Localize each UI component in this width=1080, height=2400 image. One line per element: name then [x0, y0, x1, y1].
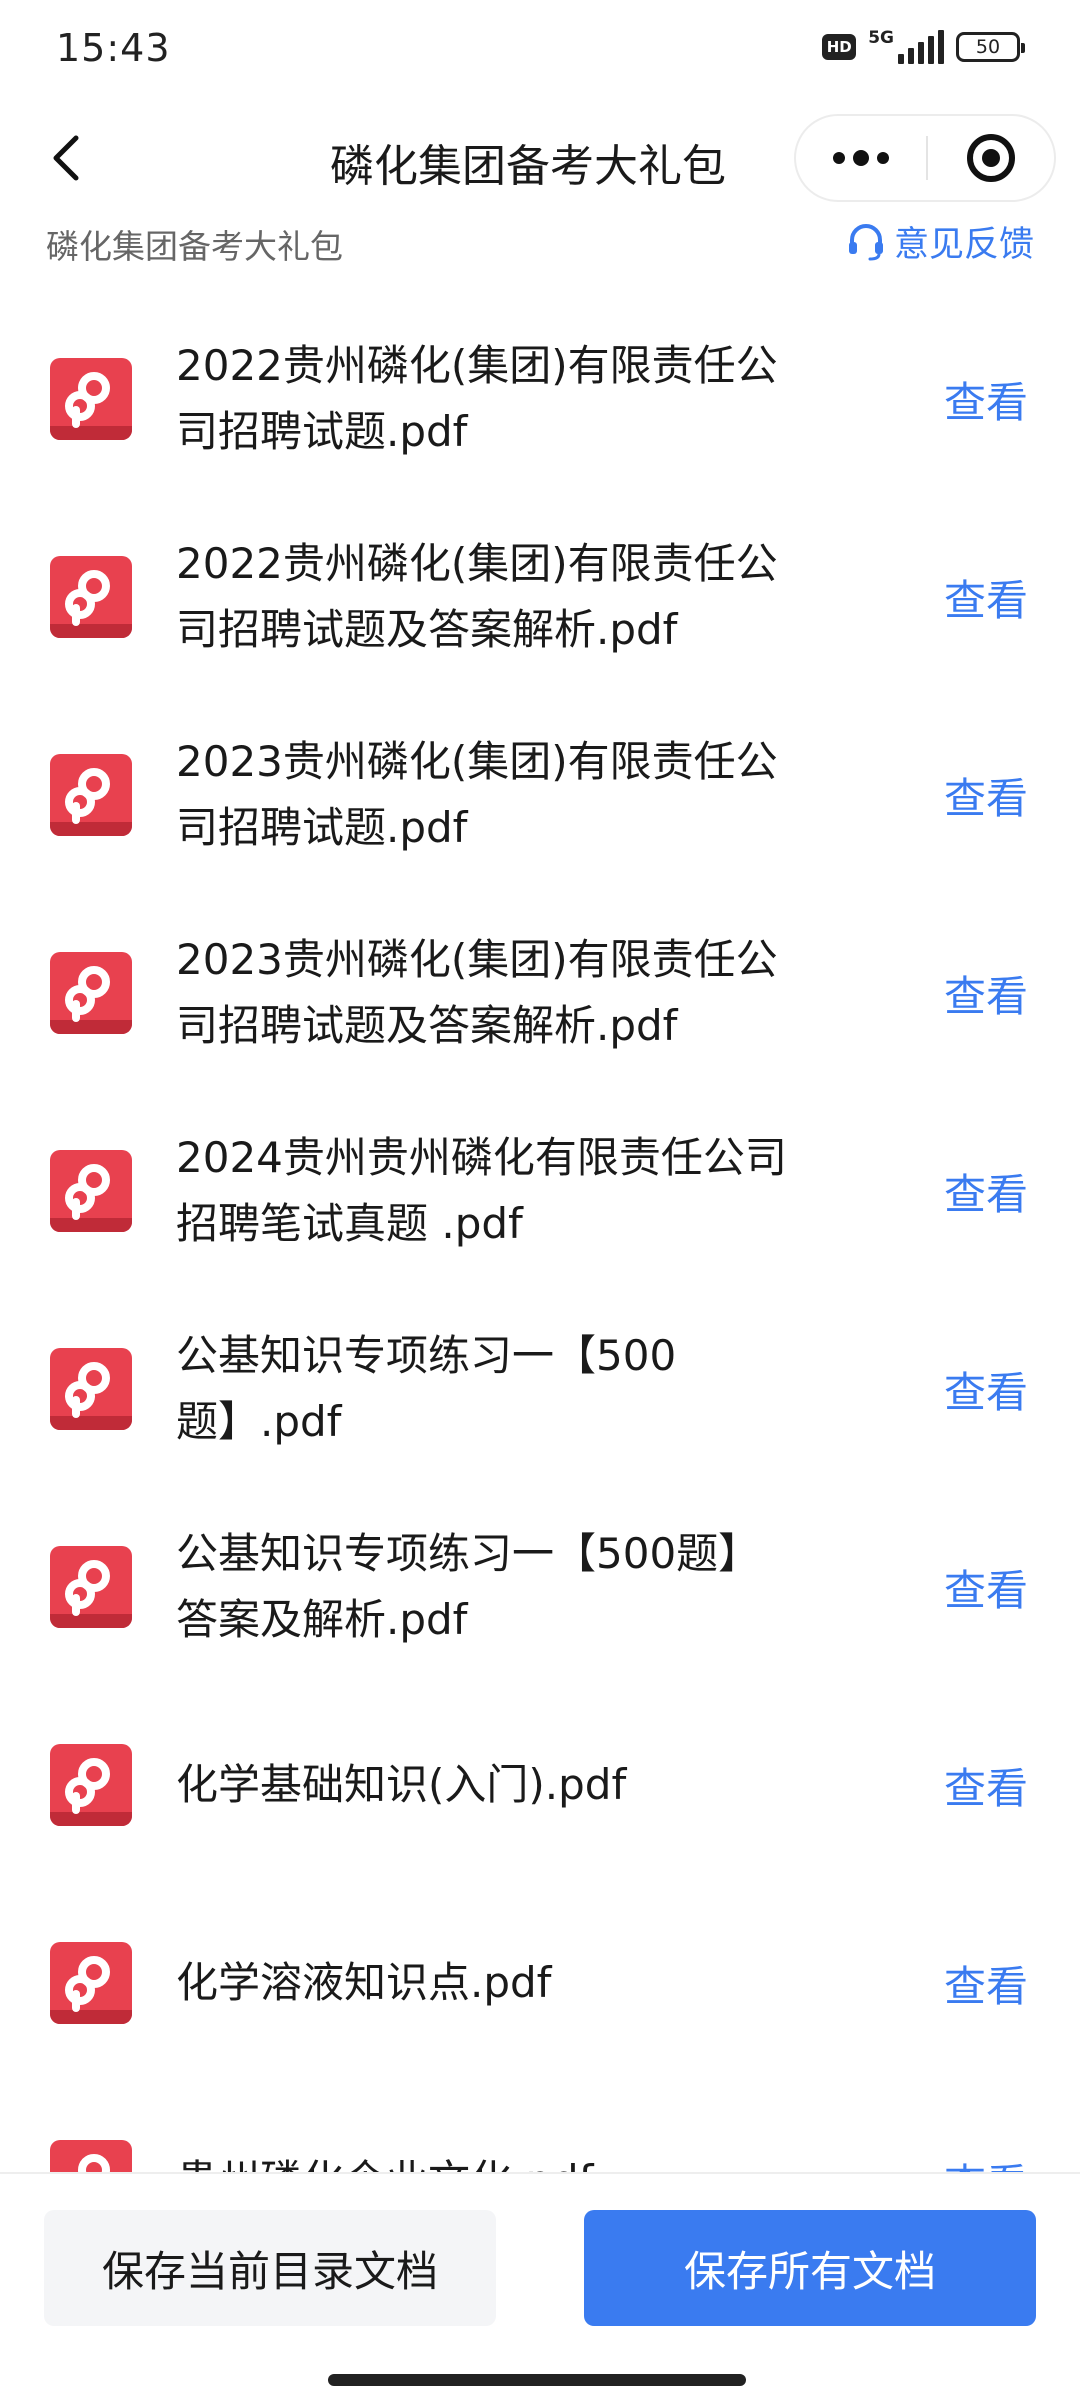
view-file-button[interactable]: 查看: [944, 1953, 1028, 2014]
file-list-item[interactable]: 化学溶液知识点.pdf 查看: [0, 1884, 1080, 2082]
folder-name: 磷化集团备考大礼包: [46, 227, 343, 266]
file-name: 2022贵州磷化(集团)有限责任公司招聘试题及答案解析.pdf: [176, 539, 778, 654]
file-list-item[interactable]: 2022贵州磷化(集团)有限责任公司招聘试题及答案解析.pdf 查看: [0, 498, 1080, 696]
view-file-button[interactable]: 查看: [944, 567, 1028, 628]
file-list-item[interactable]: 2022贵州磷化(集团)有限责任公司招聘试题.pdf 查看: [0, 300, 1080, 498]
battery-icon: 50: [956, 32, 1025, 62]
save-current-folder-button[interactable]: 保存当前目录文档: [44, 2210, 496, 2326]
file-list-item[interactable]: 公基知识专项练习一【500题】.pdf 查看: [0, 1290, 1080, 1488]
more-button[interactable]: [796, 116, 926, 200]
view-file-button[interactable]: 查看: [944, 369, 1028, 430]
pdf-file-icon: [50, 754, 132, 836]
status-bar: 15:43 HD 5G 50: [0, 0, 1080, 100]
file-name: 2023贵州磷化(集团)有限责任公司招聘试题.pdf: [176, 737, 778, 852]
more-dots-icon: [833, 152, 845, 164]
battery-level: 50: [975, 36, 1001, 58]
chevron-left-icon: [53, 135, 79, 181]
pdf-file-icon: [50, 952, 132, 1034]
headset-icon: [848, 223, 883, 260]
network-type: 5G: [868, 28, 894, 48]
pdf-file-icon: [50, 1942, 132, 2024]
pdf-file-icon: [50, 1348, 132, 1430]
file-name: 2023贵州磷化(集团)有限责任公司招聘试题及答案解析.pdf: [176, 935, 778, 1050]
file-list-item[interactable]: 2023贵州磷化(集团)有限责任公司招聘试题及答案解析.pdf 查看: [0, 894, 1080, 1092]
view-file-button[interactable]: 查看: [944, 2151, 1028, 2172]
back-button[interactable]: [36, 128, 96, 188]
view-file-button[interactable]: 查看: [944, 963, 1028, 1024]
target-close-icon: [967, 134, 1015, 182]
view-file-button[interactable]: 查看: [944, 1557, 1028, 1618]
file-list-item[interactable]: 公基知识专项练习一【500题】答案及解析.pdf 查看: [0, 1488, 1080, 1686]
file-name: 2024贵州贵州磷化有限责任公司招聘笔试真题 .pdf: [176, 1133, 787, 1248]
file-name: 化学溶液知识点.pdf: [176, 1958, 552, 2007]
feedback-label: 意见反馈: [893, 225, 1034, 265]
pdf-file-icon: [50, 1150, 132, 1232]
pdf-file-icon: [50, 358, 132, 440]
file-list: 2022贵州磷化(集团)有限责任公司招聘试题.pdf 查看 2022贵州磷化(集团)…: [0, 300, 1080, 2172]
pdf-file-icon: [50, 556, 132, 638]
home-indicator[interactable]: [328, 2374, 746, 2386]
file-name: 化学基础知识(入门).pdf: [176, 1760, 627, 1809]
close-button[interactable]: [928, 116, 1054, 200]
view-file-button[interactable]: 查看: [944, 1161, 1028, 1222]
file-name: 贵州磷化企业文化.pdf: [176, 2148, 796, 2172]
nav-bar: 磷化集团备考大礼包: [0, 100, 1080, 220]
hd-icon: HD: [822, 34, 857, 60]
file-list-item[interactable]: 贵州磷化企业文化.pdf 查看: [0, 2082, 1080, 2172]
status-indicators: HD 5G 50: [822, 30, 1025, 64]
mini-program-capsule: [794, 114, 1056, 202]
pdf-file-icon: [50, 1744, 132, 1826]
page-title: 磷化集团备考大礼包: [330, 141, 726, 192]
file-name: 公基知识专项练习一【500题】.pdf: [176, 1331, 677, 1446]
view-file-button[interactable]: 查看: [944, 1359, 1028, 1420]
save-all-button[interactable]: 保存所有文档: [584, 2210, 1036, 2326]
signal-icon: 5G: [868, 30, 944, 64]
status-time: 15:43: [56, 26, 171, 70]
file-list-item[interactable]: 2023贵州磷化(集团)有限责任公司招聘试题.pdf 查看: [0, 696, 1080, 894]
sub-header: 磷化集团备考大礼包 意见反馈: [0, 216, 1080, 266]
file-name: 2022贵州磷化(集团)有限责任公司招聘试题.pdf: [176, 341, 778, 456]
file-list-item[interactable]: 2024贵州贵州磷化有限责任公司招聘笔试真题 .pdf 查看: [0, 1092, 1080, 1290]
view-file-button[interactable]: 查看: [944, 1755, 1028, 1816]
view-file-button[interactable]: 查看: [944, 765, 1028, 826]
bottom-action-bar: 保存当前目录文档 保存所有文档: [0, 2172, 1080, 2400]
file-list-item[interactable]: 化学基础知识(入门).pdf 查看: [0, 1686, 1080, 1884]
pdf-file-icon: [50, 1546, 132, 1628]
feedback-button[interactable]: 意见反馈: [846, 216, 1034, 267]
pdf-file-icon: [50, 2140, 132, 2172]
file-name: 公基知识专项练习一【500题】答案及解析.pdf: [176, 1529, 761, 1644]
